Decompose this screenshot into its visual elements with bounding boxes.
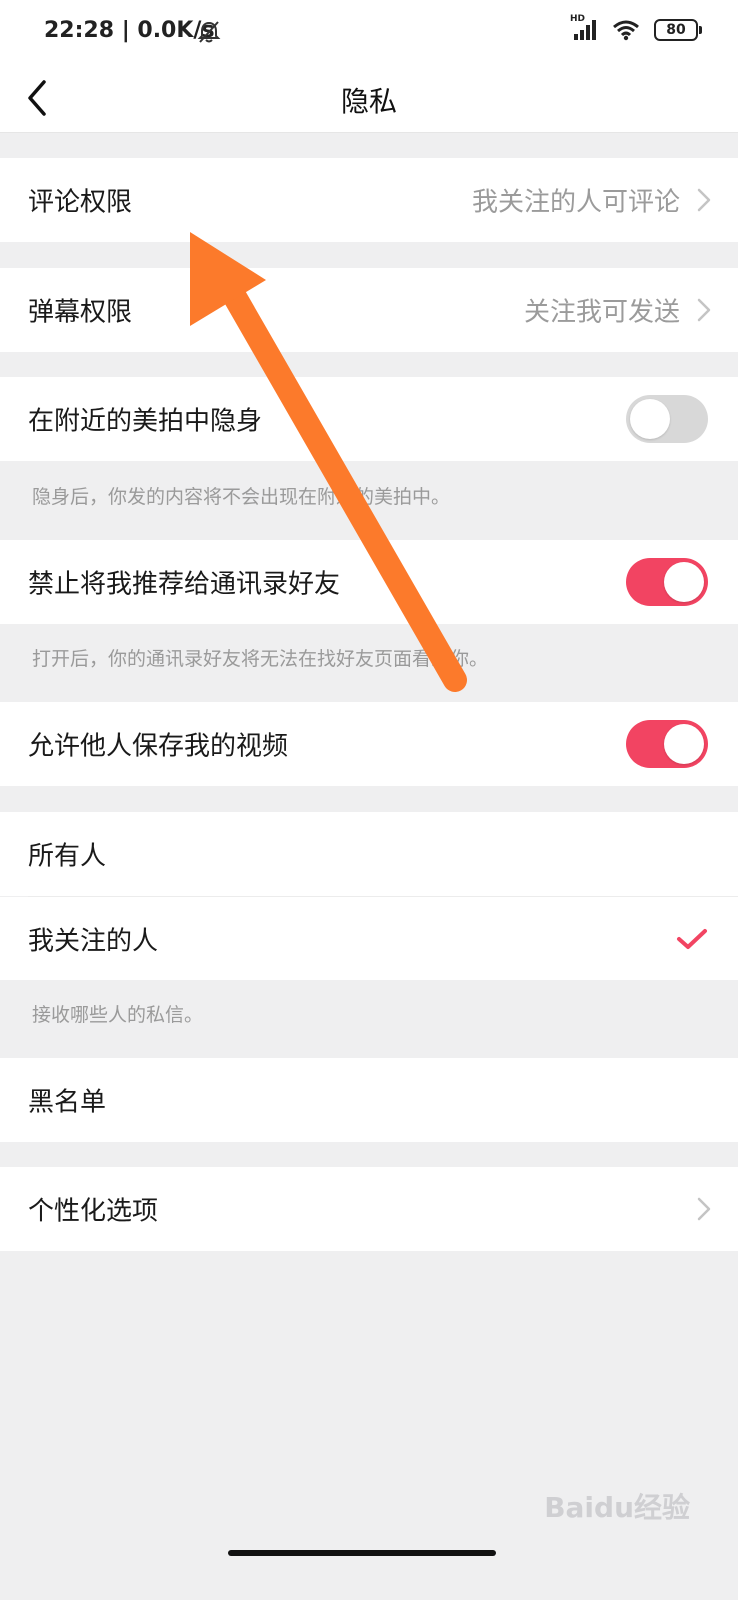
comment-permission-value: 我关注的人可评论: [471, 187, 680, 218]
message-option-everyone[interactable]: 所有人: [0, 812, 738, 896]
no-contact-recommend-row: 禁止将我推荐给通讯录好友: [0, 540, 738, 624]
status-icons: HD 80: [570, 14, 702, 42]
nearby-invisible-label: 在附近的美拍中隐身: [28, 406, 263, 437]
no-contact-recommend-hint: 打开后，你的通讯录好友将无法在找好友页面看到你。: [32, 648, 489, 670]
chevron-right-icon: [697, 1197, 711, 1221]
messages-hint: 接收哪些人的私信。: [32, 1004, 204, 1026]
page-title: 隐私: [340, 85, 397, 118]
chevron-right-icon: [697, 298, 711, 322]
bell-muted-icon: [197, 21, 221, 43]
toggle-knob: [664, 562, 704, 602]
message-option-following[interactable]: 我关注的人: [0, 897, 738, 980]
personalization-row[interactable]: 个性化选项: [0, 1167, 738, 1251]
message-option-label: 所有人: [28, 841, 107, 872]
toggle-knob: [664, 724, 704, 764]
blacklist-label: 黑名单: [28, 1087, 107, 1118]
no-contact-recommend-label: 禁止将我推荐给通讯录好友: [28, 569, 341, 600]
wifi-icon: [613, 20, 639, 41]
home-indicator[interactable]: [228, 1550, 496, 1556]
allow-save-video-row: 允许他人保存我的视频: [0, 702, 738, 786]
battery-icon: 80: [654, 19, 702, 41]
allow-save-video-toggle[interactable]: [626, 720, 708, 768]
comment-permission-label: 评论权限: [28, 187, 133, 218]
status-bar: 22:28 | 0.0K/s HD 80: [0, 0, 738, 62]
allow-save-video-label: 允许他人保存我的视频: [28, 731, 289, 762]
checkmark-icon: [677, 928, 707, 949]
blacklist-row[interactable]: 黑名单: [0, 1058, 738, 1142]
nav-bar: 隐私: [0, 62, 738, 133]
danmaku-permission-label: 弹幕权限: [28, 297, 133, 328]
comment-permission-row[interactable]: 评论权限 我关注的人可评论: [0, 158, 738, 242]
personalization-label: 个性化选项: [28, 1196, 159, 1227]
chevron-right-icon: [697, 188, 711, 212]
message-option-label: 我关注的人: [28, 926, 159, 956]
danmaku-permission-value: 关注我可发送: [523, 297, 680, 328]
status-time: 22:28 | 0.0K/s: [44, 18, 215, 43]
nearby-invisible-toggle[interactable]: [626, 395, 708, 443]
nearby-invisible-row: 在附近的美拍中隐身: [0, 377, 738, 461]
danmaku-permission-row[interactable]: 弹幕权限 关注我可发送: [0, 268, 738, 352]
nearby-invisible-hint: 隐身后，你发的内容将不会出现在附近的美拍中。: [32, 486, 451, 508]
toggle-knob: [630, 399, 670, 439]
watermark: Baidu经验: [544, 1491, 690, 1524]
no-contact-recommend-toggle[interactable]: [626, 558, 708, 606]
signal-icon: HD: [570, 14, 598, 42]
